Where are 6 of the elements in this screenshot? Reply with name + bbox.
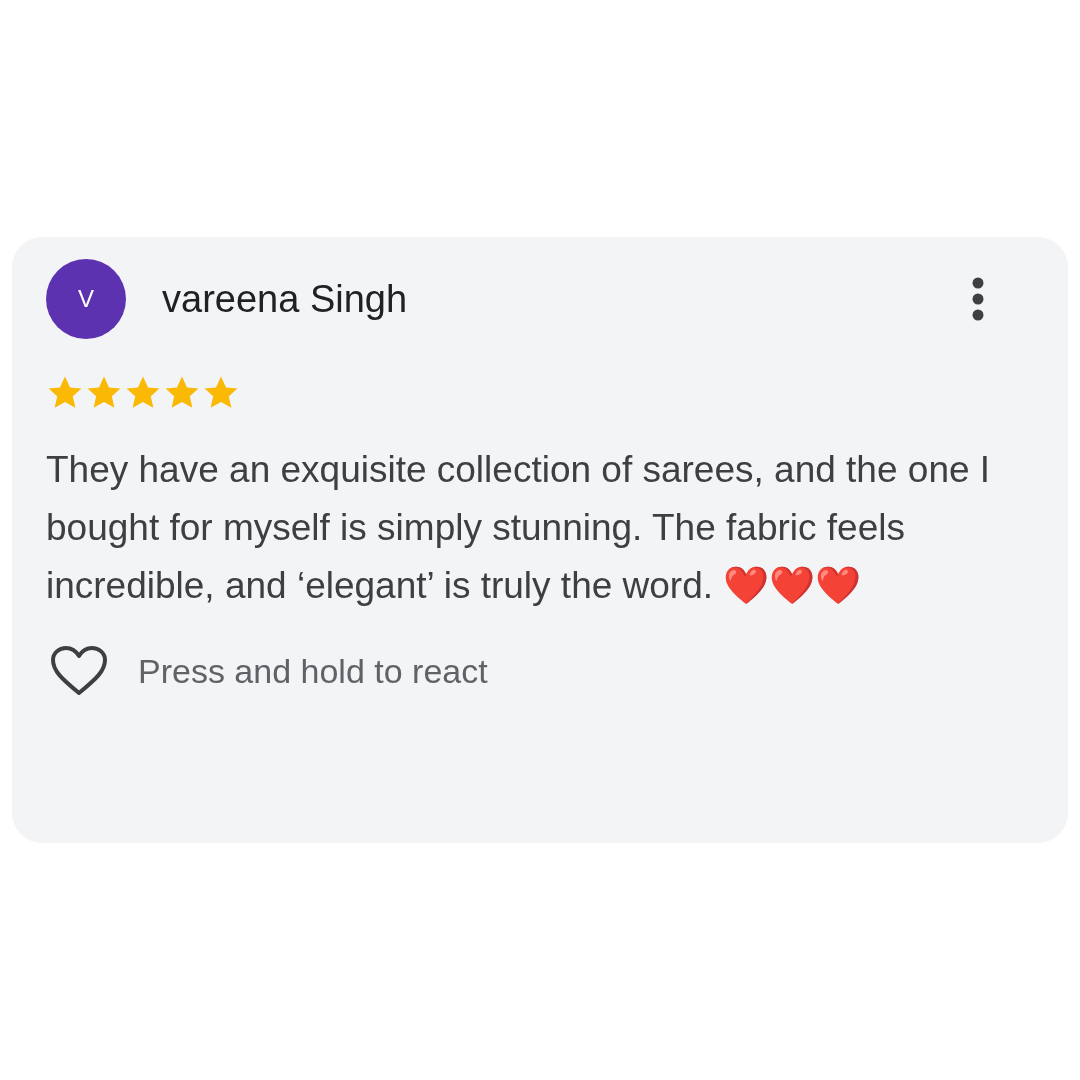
react-hint: Press and hold to react xyxy=(138,651,488,691)
review-text: They have an exquisite collection of sarees, and the one I bought for myself is simply stunning. The fabric feels incredible, and ‘elegant’ is truly the word. ❤❤❤ xyxy=(46,448,992,608)
heart-icon[interactable] xyxy=(50,645,108,697)
author-name: vareena Singh xyxy=(162,277,408,321)
avatar: V xyxy=(46,259,126,339)
more-options-icon[interactable] xyxy=(971,276,985,322)
